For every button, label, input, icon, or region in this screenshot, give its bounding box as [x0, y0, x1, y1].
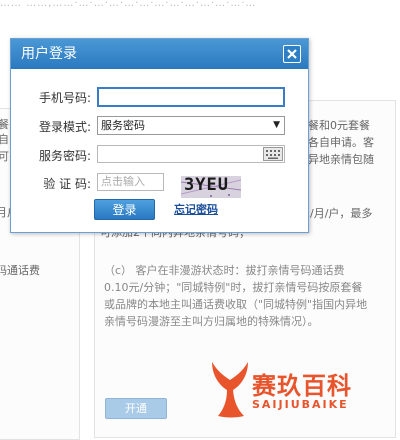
- bg-para-c-2: 0.10元/分钟；"同城特例"时，拔打亲情号码按原套餐: [104, 281, 363, 294]
- bg-right-text-4: /月/户，最多: [310, 207, 373, 220]
- close-icon: [284, 46, 300, 62]
- login-mode-select[interactable]: 服务密码 ▼: [97, 116, 285, 135]
- dialog-title: 用户登录: [11, 39, 308, 69]
- password-input[interactable]: [97, 145, 285, 163]
- background-top-text: …… ……,……·…·…·…·…·…·…·…·…·…·…·…·…: [0, 0, 257, 9]
- keyboard-icon[interactable]: [263, 147, 283, 161]
- login-dialog: 用户登录 手机号码: 登录模式: 服务密码 ▼ 服务密码: 验 证 码: 点击输…: [10, 38, 309, 233]
- bg-left-text-3: 可: [0, 150, 9, 163]
- watermark-brand: 赛玖百科: [252, 372, 352, 400]
- captcha-image[interactable]: 3YEU: [181, 175, 241, 198]
- login-mode-label: 登录模式:: [38, 120, 91, 134]
- forgot-password-link[interactable]: 忘记密码: [174, 201, 218, 217]
- dropdown-arrow-icon: ▼: [273, 120, 280, 130]
- captcha-text: 3YEU: [184, 175, 229, 195]
- bg-left-text-5: 码通话费: [0, 264, 40, 277]
- bg-para-c-1: （c） 客户在非漫游状态时：拔打亲情号码通话费: [104, 264, 345, 277]
- watermark-logo: 赛玖百科 SAIJIUBAIKE: [208, 358, 388, 428]
- password-label: 服务密码:: [38, 149, 91, 163]
- bg-left-text-2: 自: [0, 133, 9, 146]
- login-button[interactable]: 登录: [94, 199, 155, 220]
- captcha-label: 验 证 码:: [43, 177, 91, 191]
- bg-para-c-3: 或品牌的本地主叫通话费收取（"同城特例"指国内异地: [104, 298, 368, 311]
- watermark-subtitle: SAIJIUBAIKE: [252, 398, 349, 411]
- bg-right-text-2: 各自申请。客: [308, 136, 374, 149]
- login-mode-value: 服务密码: [101, 119, 145, 132]
- close-button[interactable]: [283, 45, 301, 63]
- bg-right-text-3: 异地亲情包随: [308, 153, 374, 166]
- bg-para-c-4: 亲情号码漫游至主叫方归属地的特殊情况）。: [104, 315, 319, 328]
- open-button[interactable]: 开通: [105, 398, 167, 419]
- phone-input[interactable]: [97, 87, 285, 107]
- whale-tail-icon: [212, 362, 248, 418]
- bg-right-text-1: 餐和0元套餐: [308, 119, 370, 132]
- captcha-input[interactable]: 点击输入: [97, 173, 164, 191]
- phone-label: 手机号码:: [38, 91, 91, 105]
